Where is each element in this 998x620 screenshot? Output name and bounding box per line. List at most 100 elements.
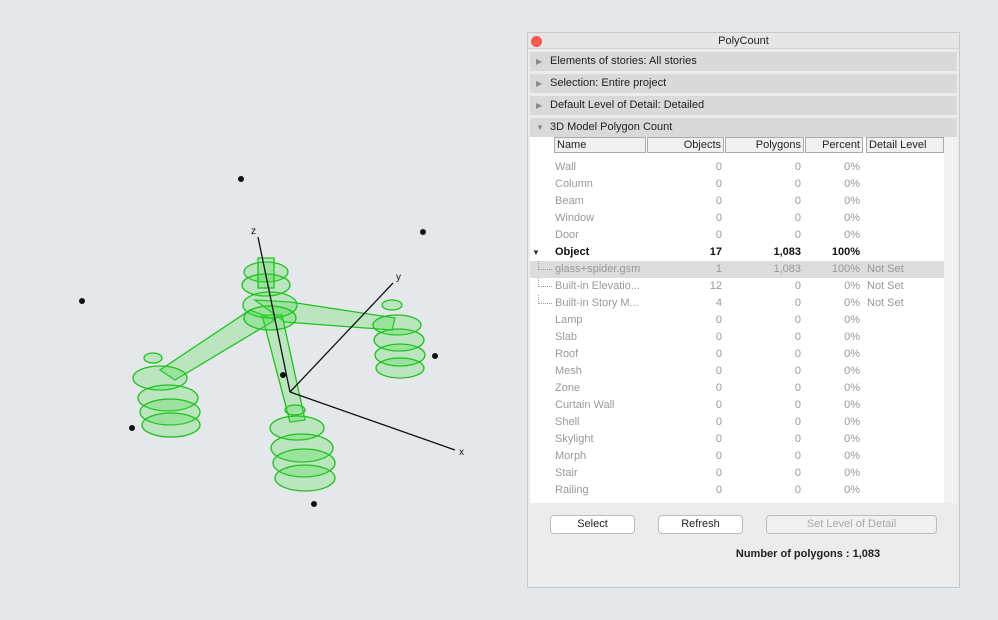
cell-percent: 0%: [844, 450, 860, 462]
cell-percent: 0%: [844, 212, 860, 224]
column-header-detail-level[interactable]: Detail Level: [866, 137, 944, 153]
table-row[interactable]: Curtain Wall 0 0 0%: [530, 397, 944, 414]
cell-objects: 0: [715, 314, 722, 326]
y-axis-label: y: [396, 272, 401, 283]
hotspot: [432, 353, 438, 359]
cell-name: Column: [555, 178, 593, 190]
table-row[interactable]: Morph 0 0 0%: [530, 448, 944, 465]
table-row[interactable]: Stair 0 0 0%: [530, 465, 944, 482]
spider-fitting-model: [132, 257, 426, 492]
3d-viewport[interactable]: z y x: [0, 0, 520, 617]
table-row[interactable]: Column 0 0 0%: [530, 176, 944, 193]
cell-name: Object: [555, 246, 590, 258]
cell-objects: 0: [715, 433, 722, 445]
cell-objects: 0: [715, 484, 722, 496]
cell-objects: 0: [715, 416, 722, 428]
table-row[interactable]: ▼ Object 17 1,083 100%: [530, 244, 944, 261]
cell-detail-level: Not Set: [867, 280, 904, 292]
cell-objects: 1: [715, 263, 722, 275]
x-axis-label: x: [459, 447, 464, 458]
close-button[interactable]: [531, 36, 542, 47]
table-row[interactable]: Shell 0 0 0%: [530, 414, 944, 431]
cell-polygons: 0: [794, 229, 801, 241]
cell-name: Shell: [555, 416, 580, 428]
hotspot: [79, 298, 85, 304]
cell-detail-level: Not Set: [867, 263, 904, 275]
cell-objects: 0: [715, 467, 722, 479]
cell-objects: 4: [715, 297, 722, 309]
section-label: Elements of stories: All stories: [550, 55, 697, 67]
select-button[interactable]: Select: [550, 515, 635, 534]
cell-name: glass+spider.gsm: [555, 263, 641, 275]
table-row[interactable]: Skylight 0 0 0%: [530, 431, 944, 448]
cell-polygons: 0: [794, 484, 801, 496]
cell-objects: 0: [715, 331, 722, 343]
table-row[interactable]: Zone 0 0 0%: [530, 380, 944, 397]
cell-percent: 0%: [844, 229, 860, 241]
cell-name: Roof: [555, 348, 579, 360]
cell-name: Stair: [555, 467, 578, 479]
title-bar[interactable]: PolyCount: [528, 33, 959, 49]
section-label: 3D Model Polygon Count: [550, 121, 673, 133]
cell-objects: 0: [715, 161, 722, 173]
tree-connector: [538, 261, 552, 270]
3d-model-view: z y x: [79, 176, 464, 507]
cell-polygons: 0: [794, 178, 801, 190]
cell-percent: 0%: [844, 195, 860, 207]
cell-percent: 0%: [844, 178, 860, 190]
cell-polygons: 0: [794, 280, 801, 292]
cell-objects: 0: [715, 365, 722, 377]
cell-polygons: 0: [794, 212, 801, 224]
section-header[interactable]: ▼ 3D Model Polygon Count: [530, 118, 957, 137]
cell-polygons: 0: [794, 450, 801, 462]
table-row[interactable]: Built-in Elevatio... 12 0 0% Not Set: [530, 278, 944, 295]
table-row[interactable]: Railing 0 0 0%: [530, 482, 944, 499]
section-header[interactable]: ▶ Elements of stories: All stories: [530, 52, 957, 71]
hotspot: [311, 501, 317, 507]
cell-objects: 0: [715, 178, 722, 190]
cell-name: Zone: [555, 382, 581, 394]
column-header-objects[interactable]: Objects: [647, 137, 724, 153]
cell-name: Door: [555, 229, 579, 241]
cell-percent: 0%: [844, 484, 860, 496]
cell-percent: 0%: [844, 382, 860, 394]
cell-name: Skylight: [555, 433, 594, 445]
table-row[interactable]: Wall 0 0 0%: [530, 159, 944, 176]
refresh-button[interactable]: Refresh: [658, 515, 743, 534]
column-header-polygons[interactable]: Polygons: [725, 137, 804, 153]
table-row[interactable]: Roof 0 0 0%: [530, 346, 944, 363]
cell-name: Curtain Wall: [555, 399, 615, 411]
scrollbar[interactable]: [944, 137, 957, 503]
section-header[interactable]: ▶ Selection: Entire project: [530, 74, 957, 93]
cell-objects: 12: [709, 280, 722, 292]
cell-percent: 100%: [831, 263, 860, 275]
cell-percent: 100%: [831, 246, 860, 258]
table-row[interactable]: Lamp 0 0 0%: [530, 312, 944, 329]
cell-name: Beam: [555, 195, 584, 207]
cell-objects: 0: [715, 399, 722, 411]
cell-polygons: 0: [794, 467, 801, 479]
cell-name: Built-in Story M...: [555, 297, 639, 309]
table-row[interactable]: Mesh 0 0 0%: [530, 363, 944, 380]
cell-polygons: 0: [794, 382, 801, 394]
table-row[interactable]: Window 0 0 0%: [530, 210, 944, 227]
disclosure-open-icon[interactable]: ▼: [532, 244, 540, 261]
column-header-name[interactable]: Name: [554, 137, 646, 153]
cell-percent: 0%: [844, 348, 860, 360]
cell-polygons: 0: [794, 195, 801, 207]
cell-percent: 0%: [844, 467, 860, 479]
section-header[interactable]: ▶ Default Level of Detail: Detailed: [530, 96, 957, 115]
cell-polygons: 0: [794, 161, 801, 173]
hotspot: [280, 372, 286, 378]
cell-percent: 0%: [844, 280, 860, 292]
set-level-of-detail-button[interactable]: Set Level of Detail: [766, 515, 937, 534]
cell-percent: 0%: [844, 331, 860, 343]
cell-percent: 0%: [844, 314, 860, 326]
table-row[interactable]: Door 0 0 0%: [530, 227, 944, 244]
table-row[interactable]: glass+spider.gsm 1 1,083 100% Not Set: [530, 261, 944, 278]
table-row[interactable]: Built-in Story M... 4 0 0% Not Set: [530, 295, 944, 312]
table-row[interactable]: Beam 0 0 0%: [530, 193, 944, 210]
column-header-percent[interactable]: Percent: [805, 137, 863, 153]
cell-polygons: 0: [794, 331, 801, 343]
table-row[interactable]: Slab 0 0 0%: [530, 329, 944, 346]
